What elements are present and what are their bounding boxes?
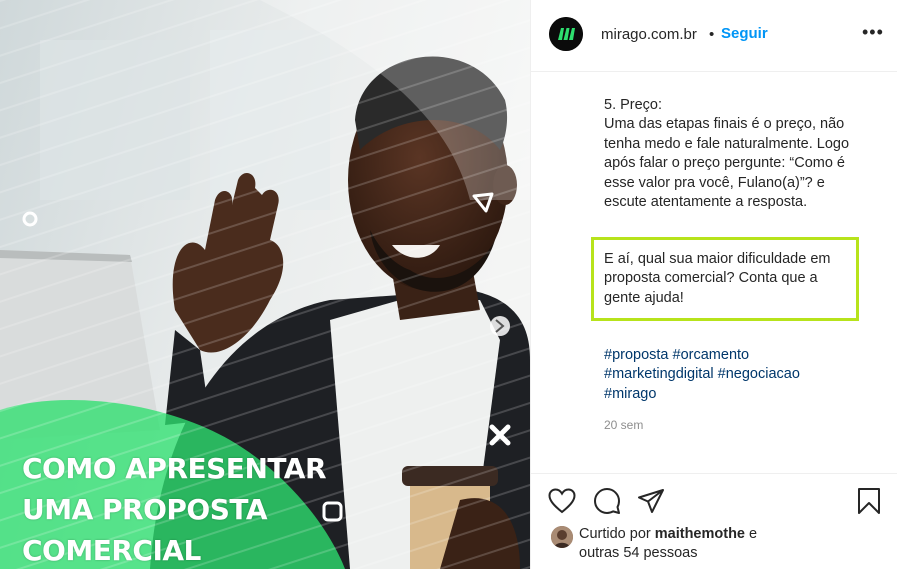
- profile-avatar[interactable]: [549, 17, 583, 51]
- share-send-icon[interactable]: [637, 488, 665, 514]
- hashtag-link[interactable]: #mirago: [604, 386, 656, 402]
- post-side-panel: mirago.com.br • Seguir ••• 5. Preço: Uma…: [530, 0, 897, 569]
- caption-line: 5. Preço:: [604, 97, 663, 113]
- likes-conjunction: e: [749, 526, 758, 542]
- header-separator: •: [709, 26, 715, 43]
- hashtag-link[interactable]: #marketingdigital: [604, 366, 714, 382]
- like-heart-icon[interactable]: [548, 488, 576, 514]
- follow-button[interactable]: Seguir: [721, 25, 768, 42]
- caption-highlight-line: gente ajuda!: [604, 289, 684, 306]
- hashtag-list: #proposta #orcamento #marketingdigital #…: [604, 346, 800, 404]
- caption-highlight-text: E aí, qual sua maior dificuldade em prop…: [604, 250, 831, 308]
- post-image-title-line: UMA PROPOSTA: [22, 493, 268, 526]
- liker-avatar[interactable]: [551, 526, 573, 548]
- caption-line: Uma das etapas finais é o preço, não: [604, 116, 845, 133]
- comment-icon[interactable]: [593, 487, 621, 515]
- caption-highlight-line: E aí, qual sua maior dificuldade em: [604, 251, 831, 267]
- post-caption: 5. Preço: Uma das etapas finais é o preç…: [604, 96, 874, 212]
- liker-photo: [551, 526, 573, 548]
- profile-username[interactable]: mirago.com.br: [601, 26, 697, 43]
- post-image-title: COMO APRESENTAR UMA PROPOSTA COMERCIAL: [22, 448, 327, 569]
- caption-highlight-line: proposta comercial? Conta que a: [604, 270, 818, 287]
- likes-others-link[interactable]: outras 54 pessoas: [579, 545, 698, 561]
- likes-summary: Curtido por maithemothe e outras 54 pess…: [579, 525, 757, 564]
- post-image-title-line: COMERCIAL: [22, 534, 201, 567]
- likes-prefix: Curtido por: [579, 526, 651, 542]
- post-age[interactable]: 20 sem: [604, 418, 643, 432]
- caption-line: após falar o preço pergunte: “Como é: [604, 155, 845, 172]
- hashtag-link[interactable]: #proposta: [604, 347, 669, 363]
- caption-line: esse valor pra você, Fulano(a)”? e: [604, 174, 825, 191]
- post-image-title-line: COMO APRESENTAR: [22, 452, 327, 485]
- caption-line: tenha medo e fale naturalmente. Logo: [604, 135, 850, 152]
- caption-line: escute atentamente a resposta.: [604, 194, 808, 211]
- post-header: mirago.com.br • Seguir •••: [531, 0, 897, 72]
- post-image[interactable]: COMO APRESENTAR UMA PROPOSTA COMERCIAL: [0, 0, 530, 569]
- liker-username[interactable]: maithemothe: [655, 526, 745, 542]
- bookmark-icon[interactable]: [857, 487, 881, 515]
- hashtag-link[interactable]: #negociacao: [718, 366, 800, 382]
- mirago-logo-icon: [549, 17, 583, 51]
- hashtag-link[interactable]: #orcamento: [673, 347, 750, 363]
- post-actions: Curtido por maithemothe e outras 54 pess…: [531, 473, 897, 569]
- more-options-icon[interactable]: •••: [862, 22, 884, 43]
